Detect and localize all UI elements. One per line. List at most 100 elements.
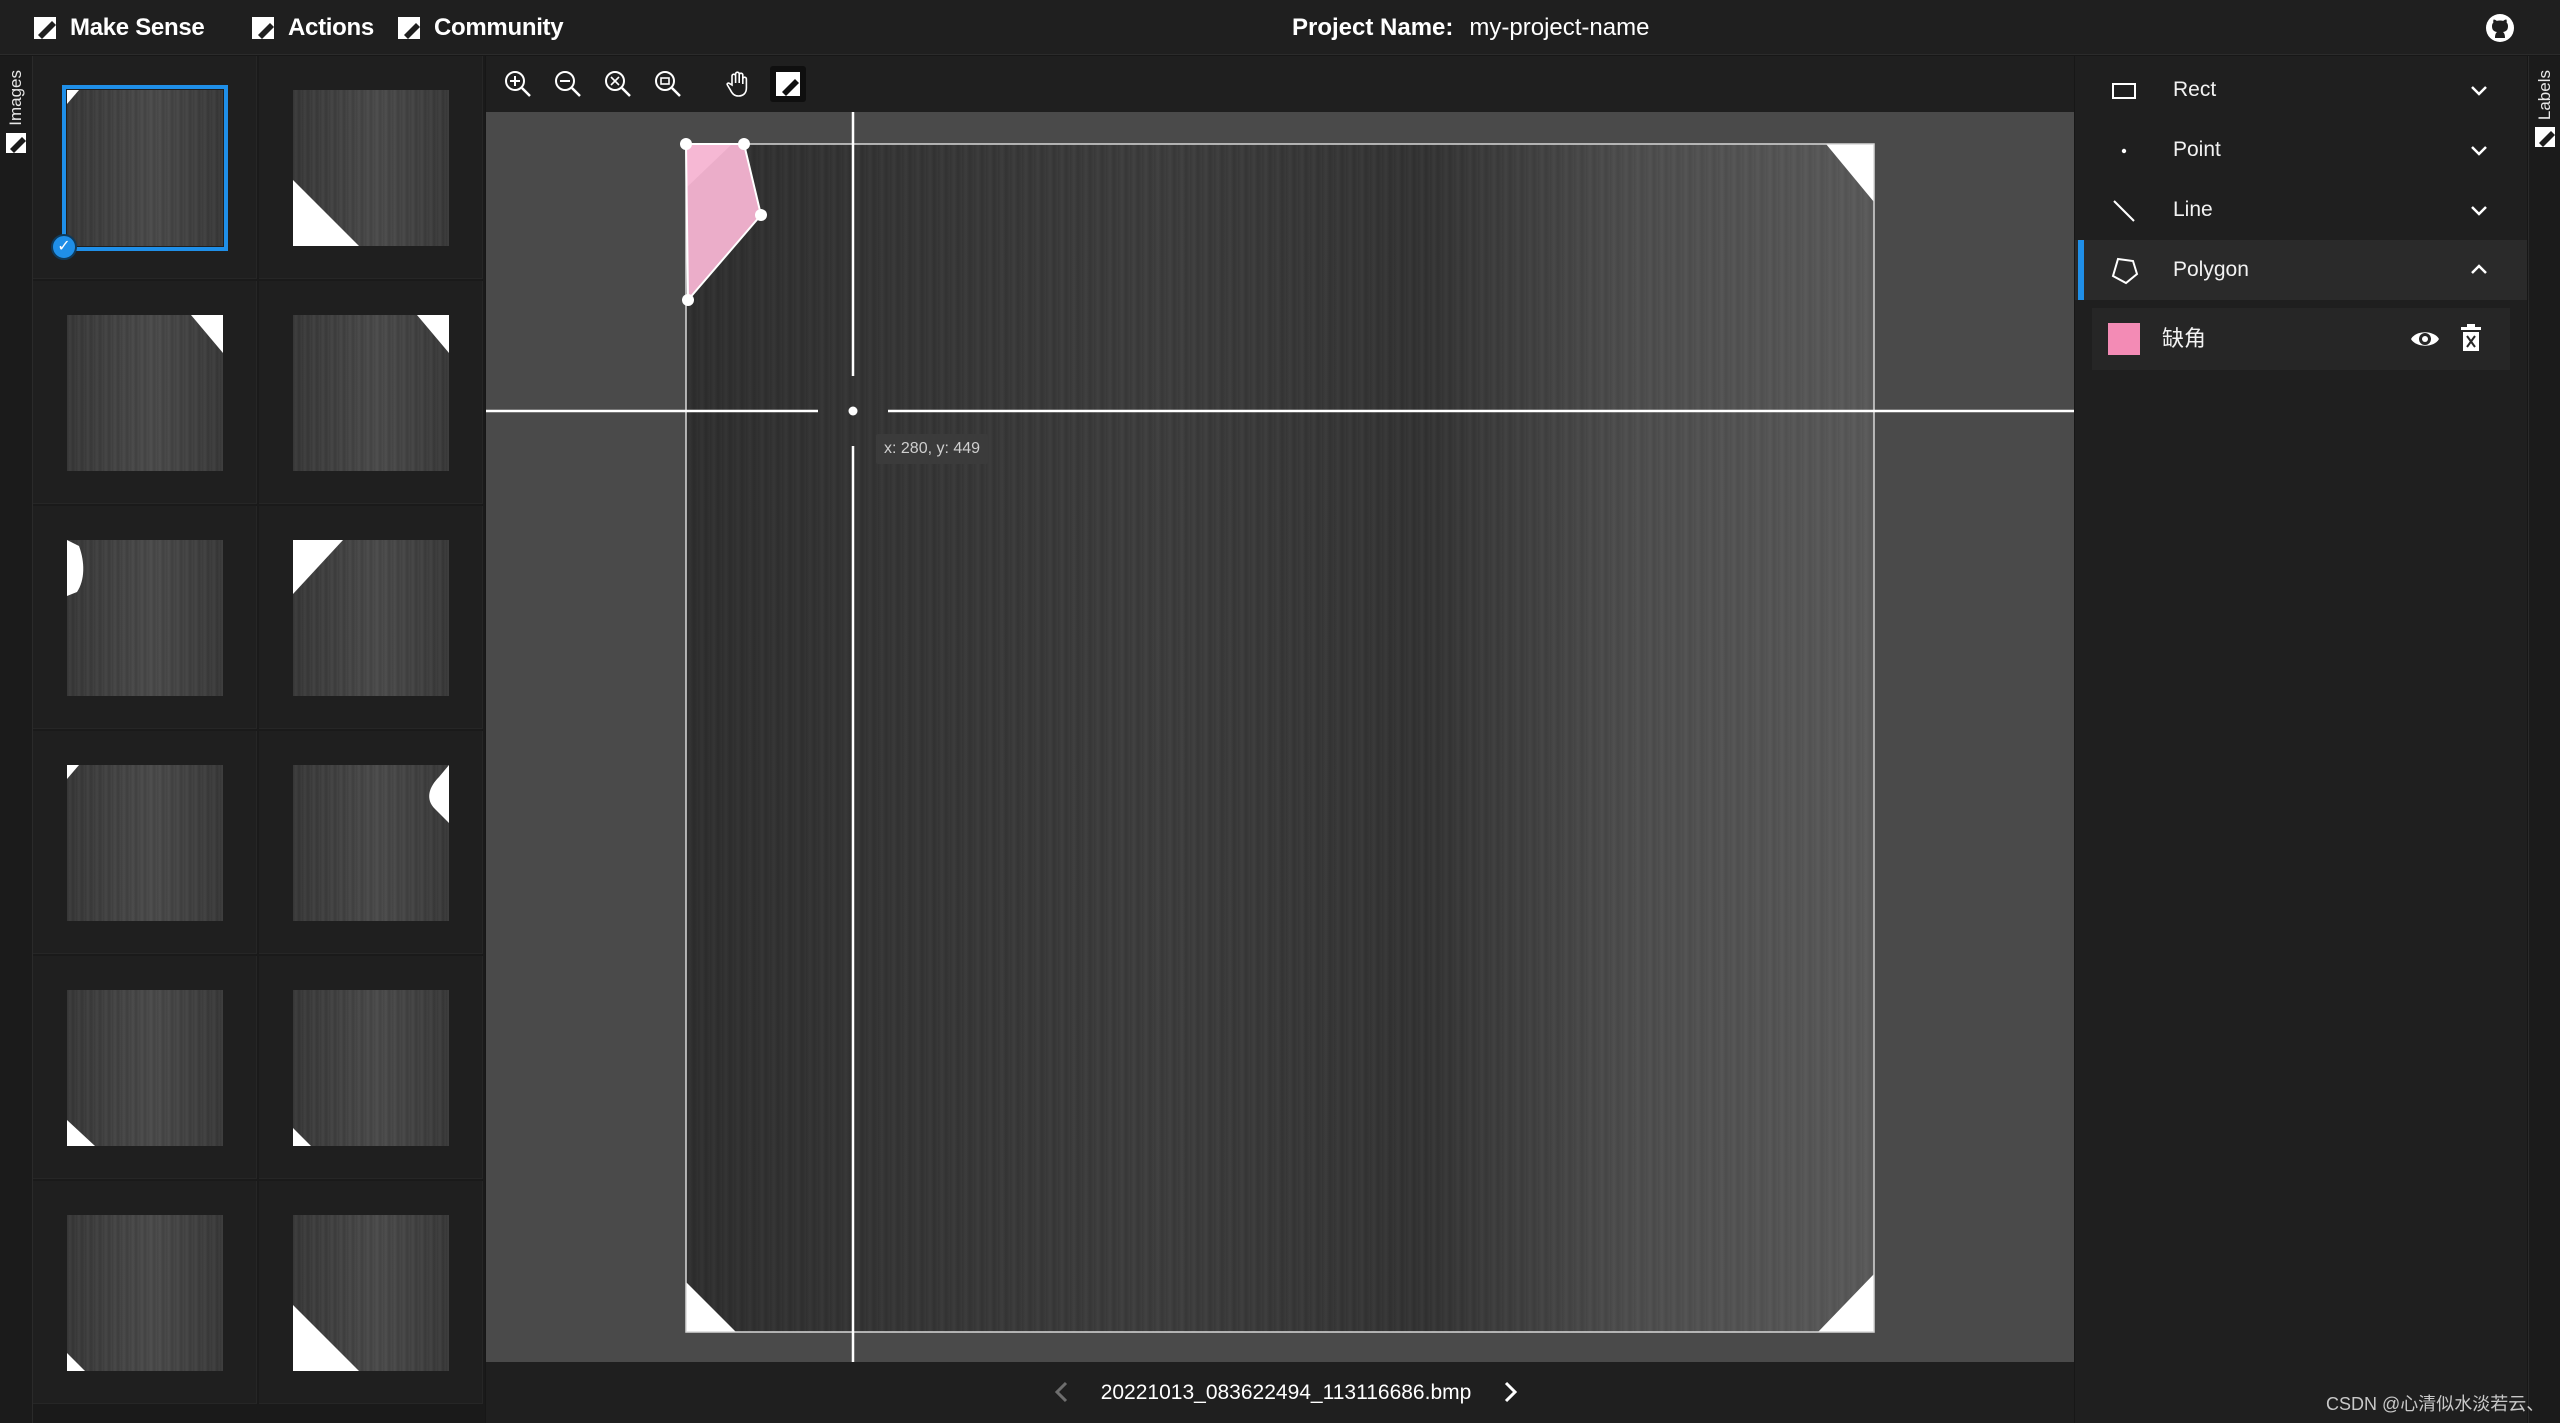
labels-tab-label: Labels <box>2535 70 2554 121</box>
pan-tool-button[interactable] <box>720 66 756 102</box>
actions-icon <box>252 16 274 39</box>
thumbnail-item[interactable] <box>33 281 257 504</box>
chevron-right-icon <box>1504 1381 1518 1403</box>
images-tab-label: Images <box>6 70 25 126</box>
label-color-swatch[interactable] <box>2108 323 2140 355</box>
zoom-in-icon <box>505 71 531 97</box>
zoom-fit-button[interactable] <box>600 66 636 102</box>
brand-name: Make Sense <box>70 13 205 41</box>
hand-pan-icon <box>726 71 748 97</box>
thumbnail-image <box>293 765 449 921</box>
labels-side-tab-strip: Labels <box>2528 56 2560 1423</box>
menu-community[interactable]: Community <box>396 0 564 55</box>
thumbnail-item[interactable] <box>259 56 483 279</box>
thumbnail-item[interactable] <box>33 956 257 1179</box>
eye-visibility-icon[interactable] <box>2410 325 2440 353</box>
point-icon <box>2121 148 2127 154</box>
label-type-point[interactable]: Point <box>2075 120 2527 180</box>
zoom-fit-icon <box>605 71 631 97</box>
project-name-group: Project Name: my-project-name <box>1292 0 1649 55</box>
annotation-canvas[interactable]: x: 280, y: 449 <box>486 112 2074 1362</box>
make-sense-logo-icon <box>34 16 56 39</box>
menu-actions-label: Actions <box>288 13 374 41</box>
label-type-rect[interactable]: Rect <box>2075 60 2527 120</box>
github-icon[interactable] <box>2484 12 2516 44</box>
polygon-vertex-handle[interactable] <box>755 209 767 221</box>
label-type-line-name: Line <box>2173 198 2213 221</box>
thumbnail-image <box>67 315 223 471</box>
chevron-up-icon <box>2471 264 2487 274</box>
thumbnail-image <box>67 1215 223 1371</box>
thumbnail-image <box>293 540 449 696</box>
images-side-tab-strip: Images <box>0 56 33 1423</box>
menu-community-label: Community <box>434 13 564 41</box>
watermark-text: CSDN @心清似水淡若云、 <box>2326 1394 2545 1414</box>
thumbnail-image <box>293 90 449 246</box>
thumbnail-item[interactable] <box>259 281 483 504</box>
checkmark-icon: ✓ <box>51 234 77 260</box>
line-icon <box>2113 200 2135 222</box>
chevron-down-icon <box>2471 86 2487 96</box>
images-tab-icon <box>6 132 26 153</box>
label-type-point-name: Point <box>2173 138 2221 161</box>
zoom-reset-icon <box>655 71 681 97</box>
label-type-polygon-name: Polygon <box>2173 258 2249 281</box>
thumbnail-item[interactable]: ✓ <box>33 56 257 279</box>
polygon-icon <box>2111 257 2139 285</box>
thumbnail-image <box>293 990 449 1146</box>
polygon-vertex-handle[interactable] <box>738 138 750 150</box>
label-type-polygon[interactable]: Polygon <box>2075 240 2527 300</box>
chevron-down-icon <box>2471 146 2487 156</box>
project-name-field[interactable]: my-project-name <box>1469 14 1649 42</box>
thumbnail-image <box>67 765 223 921</box>
thumbnail-image <box>62 85 228 251</box>
chevron-left-icon <box>1054 1381 1068 1403</box>
thumbnail-item[interactable] <box>33 731 257 954</box>
chevron-down-icon <box>2471 206 2487 216</box>
thumbnail-item[interactable] <box>259 956 483 1179</box>
label-list-item[interactable]: 缺角 <box>2092 308 2510 370</box>
images-tab[interactable]: Images <box>0 70 32 154</box>
zoom-reset-button[interactable] <box>650 66 686 102</box>
thumbnail-image <box>293 1215 449 1371</box>
image-thumbnail-list: ✓ <box>33 56 485 1423</box>
zoom-out-icon <box>555 71 581 97</box>
community-icon <box>398 16 420 39</box>
editor-toolbar <box>486 56 2074 112</box>
zoom-out-button[interactable] <box>550 66 586 102</box>
polygon-annotation[interactable] <box>680 138 767 306</box>
labels-tab[interactable]: Labels <box>2529 70 2560 148</box>
thumbnail-item[interactable] <box>259 731 483 954</box>
thumbnail-image <box>293 315 449 471</box>
labels-panel: Rect Point Line Polygon 缺角 <box>2075 56 2527 1423</box>
polygon-vertex-handle[interactable] <box>682 294 694 306</box>
annotation-overlay <box>486 112 2074 1362</box>
thumbnail-item[interactable] <box>33 1181 257 1404</box>
menu-actions[interactable]: Actions <box>250 0 374 55</box>
cursor-coordinate-readout: x: 280, y: 449 <box>876 434 989 464</box>
current-image-filename: 20221013_083622494_113116686.bmp <box>1100 1381 1472 1404</box>
trash-icon[interactable] <box>2458 323 2484 353</box>
image-frame <box>685 143 1875 1333</box>
thumbnail-item[interactable] <box>259 1181 483 1404</box>
thumbnail-image <box>67 990 223 1146</box>
select-tool-button[interactable] <box>770 66 806 102</box>
labels-tab-icon <box>2535 127 2555 148</box>
thumbnail-item[interactable] <box>33 506 257 729</box>
project-name-label: Project Name: <box>1292 13 1454 41</box>
label-type-line[interactable]: Line <box>2075 180 2527 240</box>
next-image-button[interactable] <box>1494 1376 1526 1408</box>
thumbnail-image <box>67 540 223 696</box>
thumbnail-item[interactable] <box>259 506 483 729</box>
polygon-vertex-handle[interactable] <box>680 138 692 150</box>
brand[interactable]: Make Sense <box>32 0 205 55</box>
rect-icon <box>2112 83 2136 99</box>
select-tool-icon <box>776 72 800 96</box>
zoom-in-button[interactable] <box>500 66 536 102</box>
label-type-rect-name: Rect <box>2173 78 2217 101</box>
crosshair-cursor <box>486 112 2074 1362</box>
top-navigation-bar: Make Sense Actions Community Project Nam… <box>0 0 2560 55</box>
previous-image-button[interactable] <box>1046 1376 1078 1408</box>
image-navigation-bar: 20221013_083622494_113116686.bmp <box>486 1362 2074 1423</box>
label-name: 缺角 <box>2162 326 2207 351</box>
